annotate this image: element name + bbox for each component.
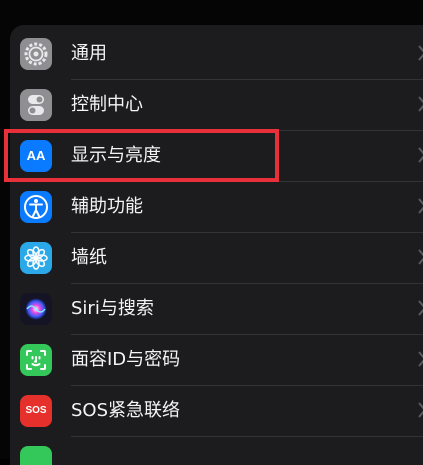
settings-row-label: SOS紧急联络 bbox=[71, 400, 181, 421]
face-id-icon bbox=[20, 344, 52, 376]
siri-icon bbox=[20, 293, 52, 325]
accessibility-icon bbox=[20, 191, 52, 223]
chevron-right-icon bbox=[418, 402, 423, 418]
settings-row-wallpaper[interactable]: 墙纸 bbox=[10, 233, 423, 284]
settings-row-label: 面容ID与密码 bbox=[71, 349, 181, 370]
settings-row-label: 辅助功能 bbox=[71, 196, 143, 217]
chevron-right-icon bbox=[418, 96, 423, 112]
settings-row-accessibility[interactable]: 辅助功能 bbox=[10, 182, 423, 233]
gear-icon bbox=[20, 38, 52, 70]
chevron-right-icon bbox=[418, 249, 423, 265]
flower-icon bbox=[20, 242, 52, 274]
settings-list: 通用 控制中心 AA 显示与亮度 辅助功能 墙纸 Siri与搜索 面容ID与密码… bbox=[10, 25, 423, 465]
settings-screen: 通用 控制中心 AA 显示与亮度 辅助功能 墙纸 Siri与搜索 面容ID与密码… bbox=[0, 0, 423, 465]
settings-row-emergency-sos[interactable]: SOS SOS紧急联络 bbox=[10, 386, 423, 437]
settings-row-siri-search[interactable]: Siri与搜索 bbox=[10, 284, 423, 335]
chevron-right-icon bbox=[418, 45, 423, 61]
chevron-right-icon bbox=[418, 300, 423, 316]
chevron-right-icon bbox=[418, 147, 423, 163]
settings-row-label: Siri与搜索 bbox=[71, 298, 154, 319]
settings-row-control-center[interactable]: 控制中心 bbox=[10, 80, 423, 131]
icon-glyph-text: SOS bbox=[25, 405, 47, 416]
settings-row-general[interactable]: 通用 bbox=[10, 29, 423, 80]
settings-row-partial[interactable] bbox=[10, 437, 423, 465]
settings-row-label: 通用 bbox=[71, 43, 107, 64]
chevron-right-icon bbox=[418, 351, 423, 367]
settings-row-face-id-passcode[interactable]: 面容ID与密码 bbox=[10, 335, 423, 386]
sos-icon: SOS bbox=[20, 395, 52, 427]
settings-row-label: 墙纸 bbox=[71, 247, 107, 268]
highlight-box bbox=[4, 129, 279, 182]
chevron-right-icon bbox=[418, 198, 423, 214]
toggles-icon bbox=[20, 89, 52, 121]
settings-row-label: 控制中心 bbox=[71, 94, 143, 115]
app-icon bbox=[20, 446, 52, 465]
